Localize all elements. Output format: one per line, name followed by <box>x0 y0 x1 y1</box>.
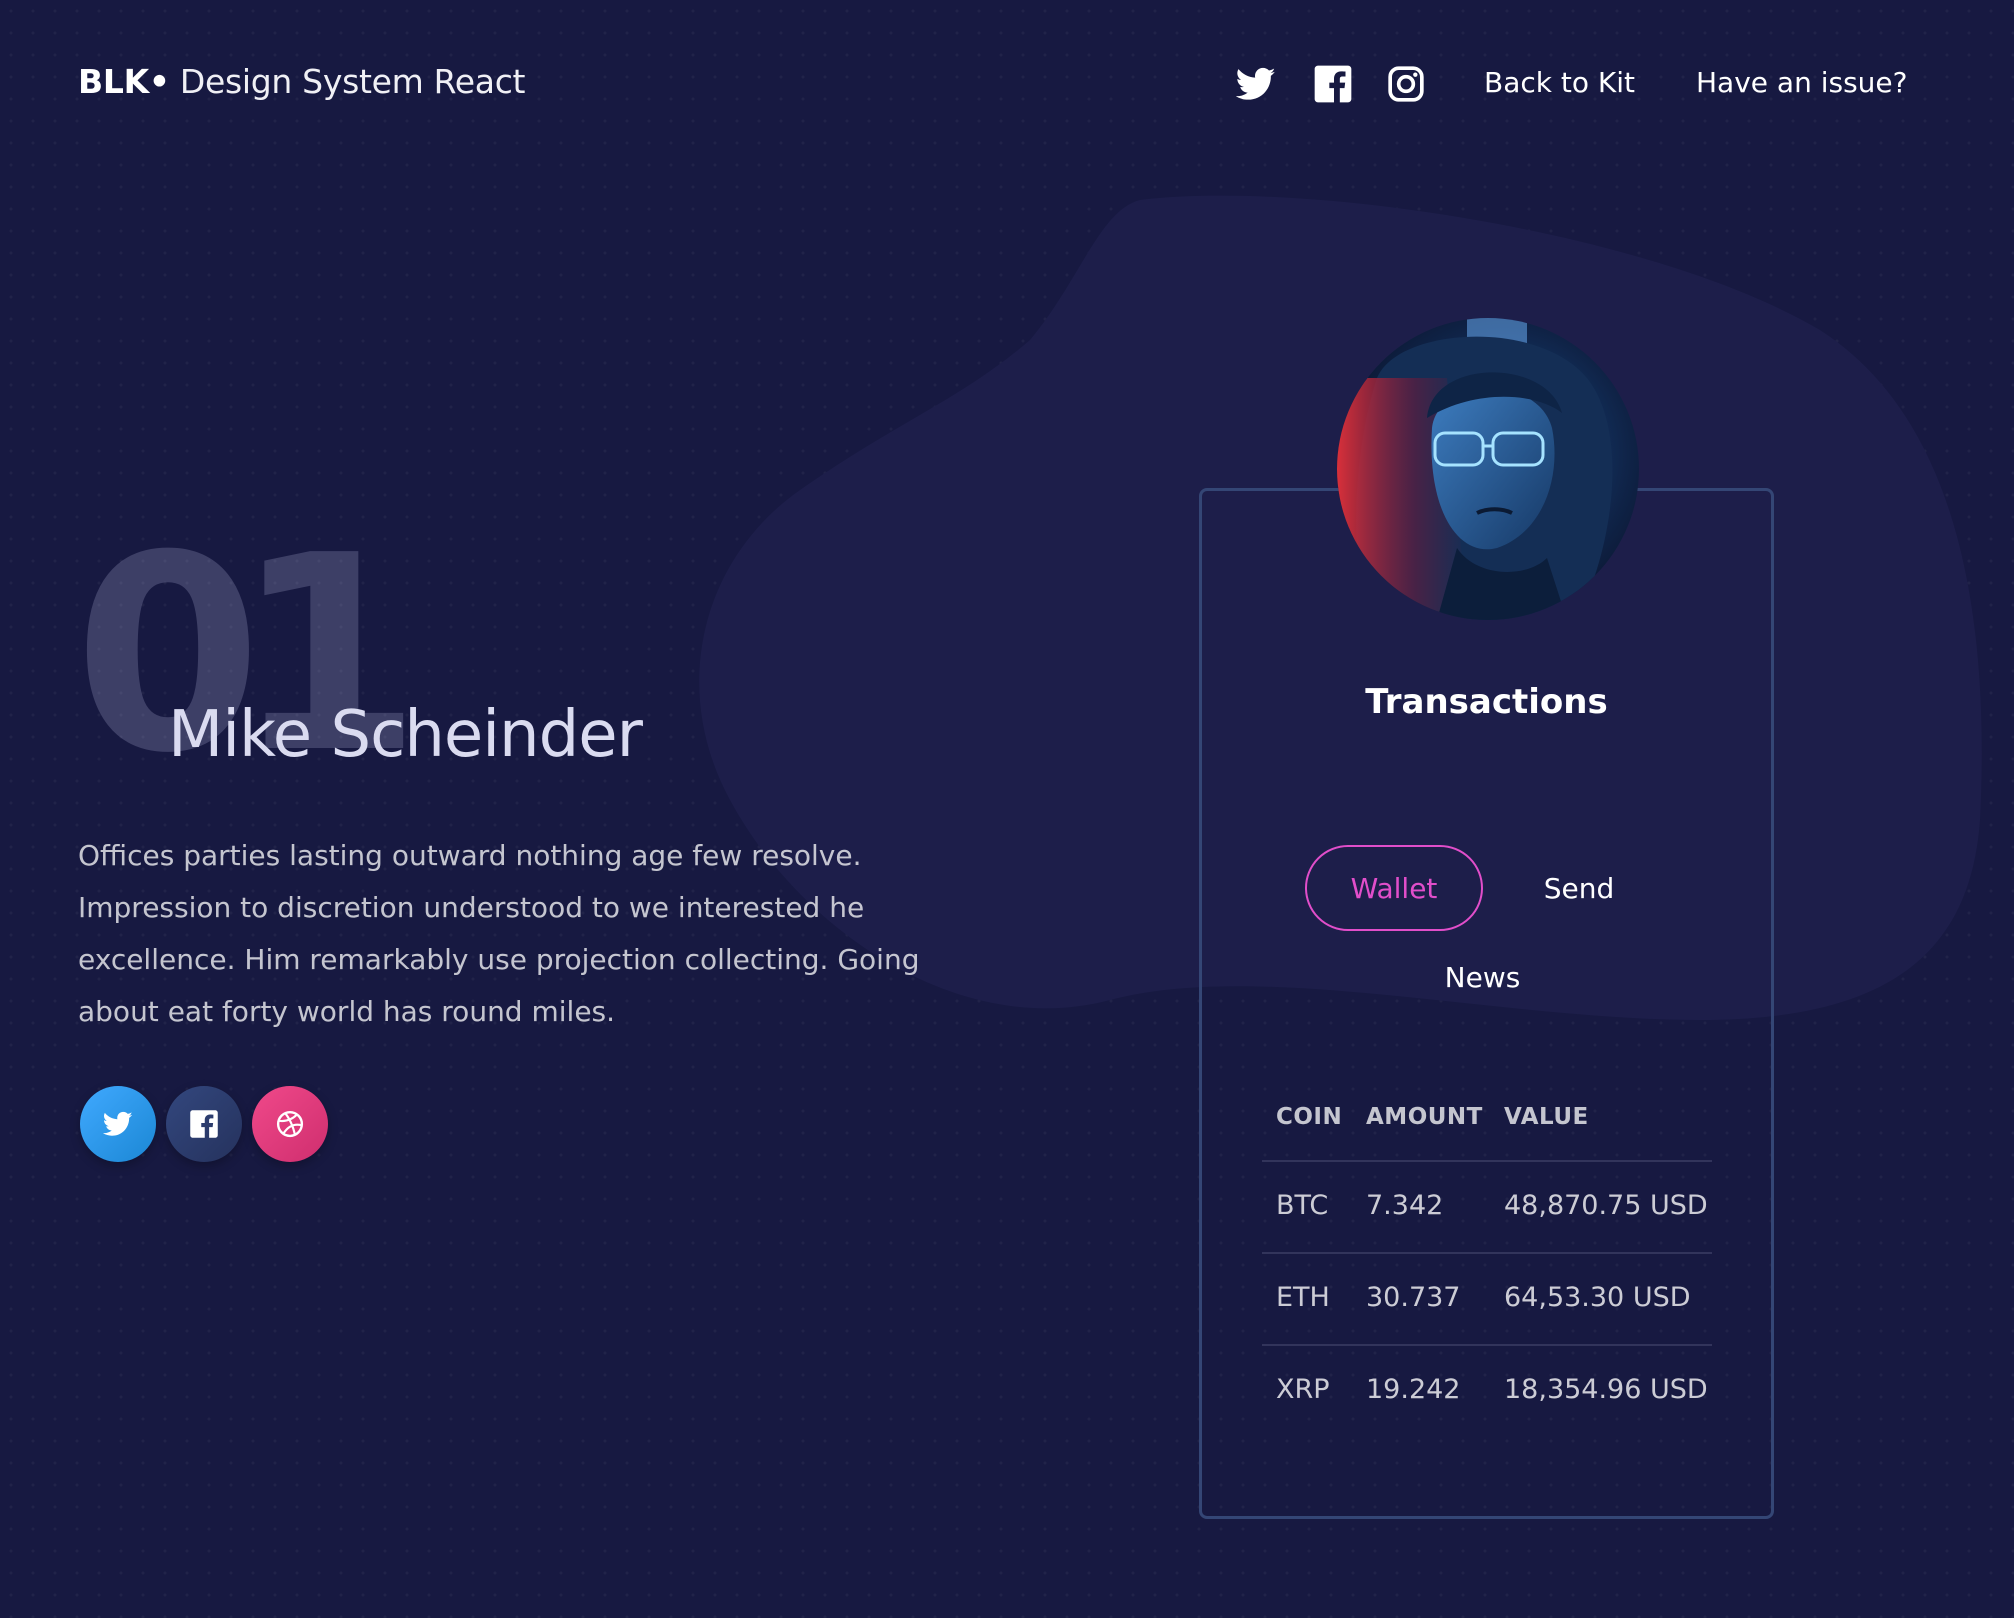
twitter-icon[interactable] <box>1235 64 1276 104</box>
value-cell: 48,870.75 USD <box>1504 1190 1708 1221</box>
instagram-icon[interactable] <box>1386 64 1426 104</box>
coin-cell: XRP <box>1276 1374 1330 1405</box>
brand-subtitle: Design System React <box>179 62 526 101</box>
table-header-coin: COIN <box>1276 1104 1343 1130</box>
brand-logo-link[interactable]: BLK• Design System React <box>78 62 525 101</box>
hero-title: Mike Scheinder <box>168 698 643 772</box>
dribbble-share-button[interactable] <box>252 1086 328 1162</box>
dribbble-icon <box>276 1110 304 1138</box>
table-header-value: VALUE <box>1504 1104 1589 1130</box>
tab-news[interactable]: News <box>1420 934 1545 1020</box>
amount-cell: 30.737 <box>1366 1282 1461 1313</box>
twitter-share-button[interactable] <box>80 1086 156 1162</box>
table-divider <box>1262 1160 1712 1162</box>
card-title: Transactions <box>1365 682 1608 722</box>
hero-description: Offices parties lasting outward nothing … <box>78 839 920 1028</box>
back-to-kit-link[interactable]: Back to Kit <box>1484 66 1635 99</box>
facebook-square-icon[interactable] <box>1313 64 1353 104</box>
table-divider <box>1262 1344 1712 1346</box>
brand-name: BLK• <box>78 62 170 101</box>
profile-avatar <box>1337 318 1639 620</box>
facebook-share-button[interactable] <box>166 1086 242 1162</box>
tab-send[interactable]: Send <box>1520 845 1638 931</box>
coin-cell: BTC <box>1276 1190 1329 1221</box>
value-cell: 64,53.30 USD <box>1504 1282 1691 1313</box>
coin-cell: ETH <box>1276 1282 1330 1313</box>
have-an-issue-link[interactable]: Have an issue? <box>1696 66 1908 99</box>
tab-wallet[interactable]: Wallet <box>1305 845 1483 931</box>
facebook-square-icon <box>190 1110 218 1138</box>
table-divider <box>1262 1252 1712 1254</box>
table-header-amount: AMOUNT <box>1366 1104 1483 1130</box>
amount-cell: 7.342 <box>1366 1190 1444 1221</box>
value-cell: 18,354.96 USD <box>1504 1374 1708 1405</box>
twitter-icon <box>103 1111 133 1136</box>
amount-cell: 19.242 <box>1366 1374 1461 1405</box>
